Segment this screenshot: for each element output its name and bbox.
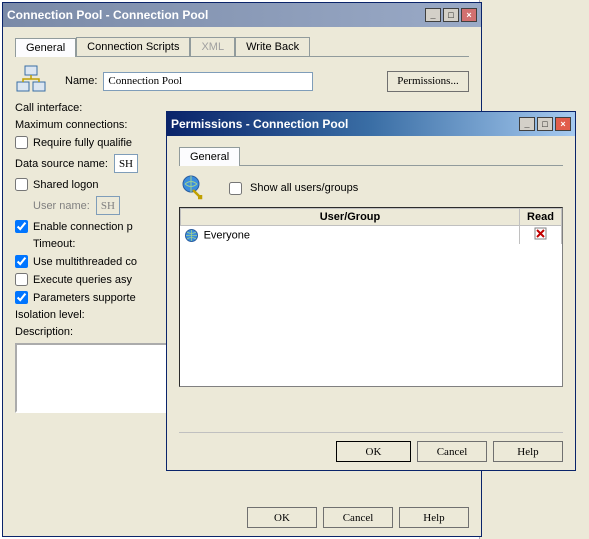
perm-titlebar[interactable]: Permissions - Connection Pool _ □ × [167,112,575,136]
exec-async-checkbox[interactable] [15,273,28,286]
network-icon [15,65,47,97]
tab-general[interactable]: General [15,38,76,57]
require-qualified-checkbox[interactable] [15,136,28,149]
main-cancel-button[interactable]: Cancel [323,507,393,528]
username-label: User name: [33,200,90,212]
table-row[interactable]: Everyone [181,226,562,245]
perm-ok-button[interactable]: OK [336,441,411,462]
username-input [96,196,120,215]
enable-pool-checkbox[interactable] [15,220,28,233]
tab-writeback[interactable]: Write Back [235,37,310,56]
shared-logon-checkbox[interactable] [15,178,28,191]
tab-xml: XML [190,37,235,56]
exec-async-label: Execute queries asy [33,274,132,286]
perm-help-button[interactable]: Help [493,441,563,462]
permissions-button[interactable]: Permissions... [387,71,469,92]
deny-icon[interactable] [534,227,547,240]
show-all-label: Show all users/groups [250,182,358,194]
perm-title: Permissions - Connection Pool [171,117,517,131]
dsn-input[interactable] [114,154,138,173]
description-label: Description: [15,326,73,338]
shared-logon-label: Shared logon [33,179,98,191]
row-name: Everyone [204,229,250,241]
timeout-label: Timeout: [33,238,75,250]
main-help-button[interactable]: Help [399,507,469,528]
perm-cancel-button[interactable]: Cancel [417,441,487,462]
main-ok-button[interactable]: OK [247,507,317,528]
permissions-table-container: User/Group Read Everyone [179,207,563,387]
params-label: Parameters supporte [33,292,136,304]
col-read[interactable]: Read [520,209,562,226]
show-all-checkbox[interactable] [229,182,242,195]
perm-tab-general[interactable]: General [179,147,240,166]
multithread-label: Use multithreaded co [33,256,137,268]
permissions-icon [179,174,207,202]
perm-maximize-button[interactable]: □ [537,117,553,131]
permissions-window: Permissions - Connection Pool _ □ × Gene… [166,111,576,471]
max-connections-label: Maximum connections: [15,119,128,131]
params-checkbox[interactable] [15,291,28,304]
dsn-label: Data source name: [15,158,108,170]
main-titlebar[interactable]: Connection Pool - Connection Pool _ □ × [3,3,481,27]
perm-minimize-button[interactable]: _ [519,117,535,131]
main-tabs: General Connection Scripts XML Write Bac… [15,37,469,57]
perm-close-button[interactable]: × [555,117,571,131]
name-label: Name: [65,75,97,87]
maximize-button[interactable]: □ [443,8,459,22]
close-button[interactable]: × [461,8,477,22]
col-usergroup[interactable]: User/Group [181,209,520,226]
globe-icon [185,229,198,242]
require-qualified-label: Require fully qualifie [33,137,132,149]
tab-scripts[interactable]: Connection Scripts [76,37,190,56]
minimize-button[interactable]: _ [425,8,441,22]
perm-tabs: General [179,146,563,166]
main-title: Connection Pool - Connection Pool [7,8,423,22]
call-interface-label: Call interface: [15,102,82,114]
isolation-label: Isolation level: [15,309,85,321]
multithread-checkbox[interactable] [15,255,28,268]
enable-pool-label: Enable connection p [33,221,133,233]
permissions-table: User/Group Read Everyone [180,208,562,244]
name-input[interactable] [103,72,313,91]
